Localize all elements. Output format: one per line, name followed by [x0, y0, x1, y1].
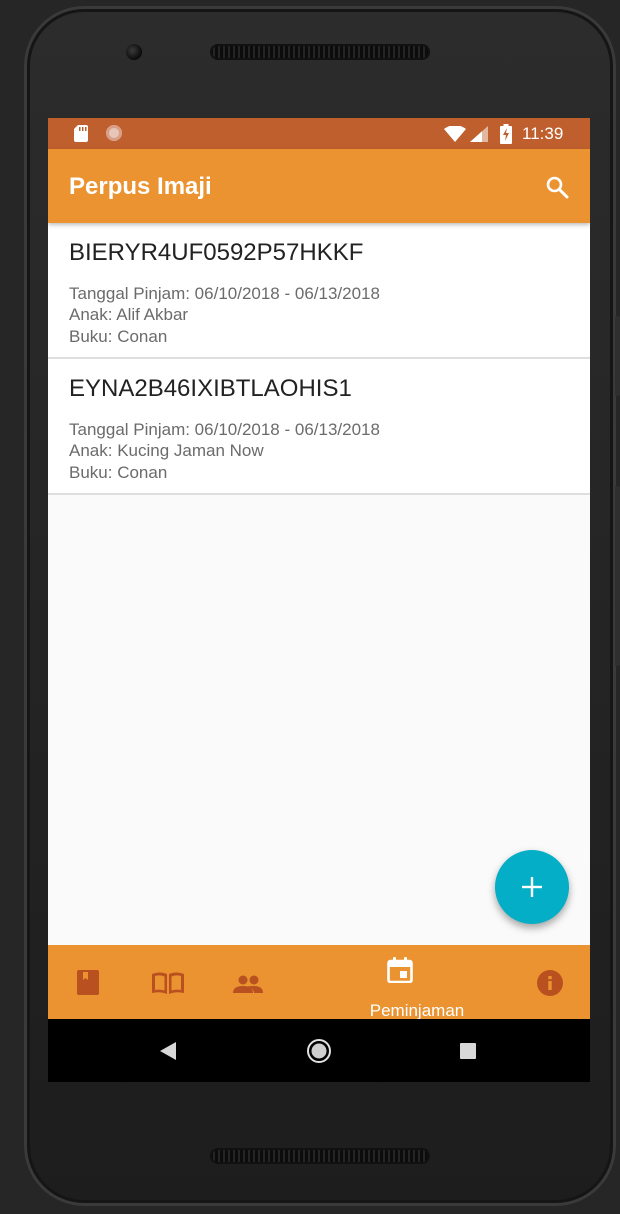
volume-button — [615, 486, 620, 666]
loan-dates: Tanggal Pinjam: 06/10/2018 - 06/13/2018 — [69, 420, 380, 439]
bottom-navigation: Peminjaman — [48, 945, 590, 1020]
sd-card-icon — [74, 125, 88, 142]
loan-book: Buku: Conan — [69, 463, 168, 482]
system-navigation-bar — [48, 1019, 590, 1082]
nav-item-members[interactable] — [233, 975, 263, 998]
back-icon[interactable] — [160, 1042, 176, 1060]
add-loan-button[interactable] — [495, 850, 569, 924]
device-screen: 11:39 Perpus Imaji BIERYR4UF0592P57HKKF … — [48, 118, 590, 1082]
power-button — [615, 316, 620, 396]
bottom-speaker — [210, 1148, 430, 1164]
open-book-icon — [152, 972, 184, 994]
plus-icon — [522, 877, 542, 897]
loan-item[interactable]: EYNA2B46IXIBTLAOHIS1 Tanggal Pinjam: 06/… — [48, 359, 590, 495]
earpiece-speaker — [210, 44, 430, 60]
loan-dates: Tanggal Pinjam: 06/10/2018 - 06/13/2018 — [69, 284, 380, 303]
home-icon[interactable] — [307, 1039, 331, 1063]
nav-item-peminjaman[interactable]: Peminjaman — [370, 957, 464, 1020]
recents-icon[interactable] — [460, 1043, 476, 1059]
app-title: Perpus Imaji — [69, 173, 212, 200]
signal-icon — [470, 126, 488, 142]
loan-child: Anak: Kucing Jaman Now — [69, 441, 264, 460]
people-icon — [233, 975, 263, 993]
nav-item-info[interactable] — [537, 970, 563, 1001]
loan-code: EYNA2B46IXIBTLAOHIS1 — [69, 375, 352, 402]
loan-code: BIERYR4UF0592P57HKKF — [69, 239, 364, 266]
front-camera — [126, 44, 142, 60]
nav-item-books[interactable] — [77, 970, 99, 1000]
status-time: 11:39 — [522, 124, 564, 143]
nav-item-catalog[interactable] — [152, 972, 184, 999]
wifi-icon — [444, 126, 466, 142]
loan-child: Anak: Alif Akbar — [69, 305, 189, 324]
notification-dot-icon — [106, 125, 122, 141]
loan-item[interactable]: BIERYR4UF0592P57HKKF Tanggal Pinjam: 06/… — [48, 223, 590, 359]
status-bar: 11:39 — [48, 118, 590, 149]
info-icon — [537, 970, 563, 996]
calendar-icon — [387, 957, 413, 984]
search-icon[interactable] — [545, 175, 569, 199]
loan-book: Buku: Conan — [69, 327, 168, 346]
battery-charging-icon — [500, 124, 512, 144]
book-icon — [77, 970, 99, 995]
app-bar: Perpus Imaji — [48, 149, 590, 223]
loan-list: BIERYR4UF0592P57HKKF Tanggal Pinjam: 06/… — [48, 223, 590, 495]
nav-label-peminjaman: Peminjaman — [369, 1001, 465, 1020]
